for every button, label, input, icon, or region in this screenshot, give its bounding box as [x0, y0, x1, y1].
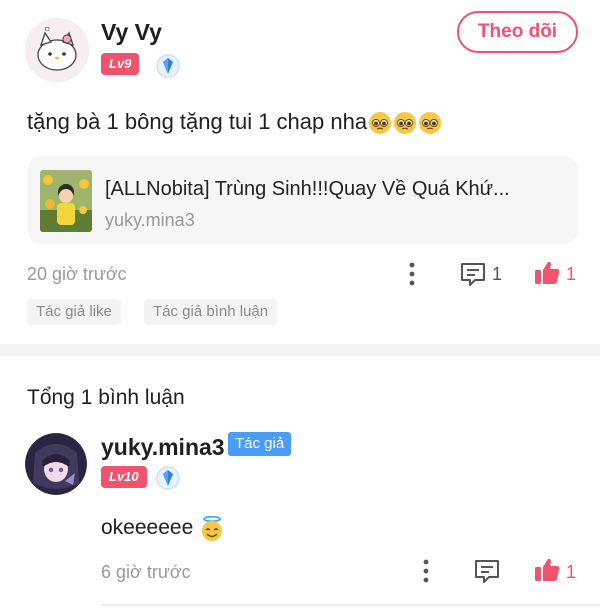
- verified-shield-icon: [156, 54, 180, 78]
- more-vertical-icon[interactable]: [416, 557, 436, 585]
- thumbs-up-icon[interactable]: [533, 259, 561, 287]
- pleading-face-icon: [368, 111, 392, 135]
- svg-text:ㅁ: ㅁ: [44, 25, 50, 33]
- post-time: 20 giờ trước: [27, 264, 127, 284]
- verified-shield-icon: [156, 466, 180, 490]
- comment-icon[interactable]: [473, 558, 501, 584]
- comment-author-name[interactable]: yuky.mina3: [101, 434, 225, 461]
- smiling-face-with-halo-icon: [200, 516, 224, 542]
- hello-kitty-avatar-image: ㅁ: [26, 19, 88, 81]
- comment-author-level-badge: Lv10: [101, 466, 147, 488]
- anime-avatar-image: [25, 433, 87, 495]
- comments-total-title: Tổng 1 bình luận: [27, 386, 185, 409]
- post-text: tặng bà 1 bông tặng tui 1 chap nha: [27, 109, 442, 135]
- story-title: [ALLNobita] Trùng Sinh!!!Quay Về Quá Khứ…: [105, 178, 510, 200]
- post-author-name[interactable]: Vy Vy: [101, 19, 162, 46]
- bottom-divider: [101, 604, 600, 606]
- post-like-count: 1: [566, 264, 577, 284]
- more-vertical-icon[interactable]: [402, 260, 422, 288]
- section-divider: [0, 344, 600, 356]
- comment-text: okeeeeee: [101, 516, 224, 542]
- comment-author-avatar[interactable]: [25, 433, 87, 495]
- comment-like-count: 1: [566, 562, 577, 582]
- post-comment-count: 1: [492, 264, 503, 284]
- pleading-face-icon: [393, 111, 417, 135]
- linked-story-card[interactable]: [ALLNobita] Trùng Sinh!!!Quay Về Quá Khứ…: [27, 156, 578, 244]
- author-badge: Tác giả: [228, 432, 292, 456]
- author-commented-tag: Tác giả bình luận: [144, 299, 278, 325]
- comment-time: 6 giờ trước: [101, 562, 191, 582]
- story-cover-thumbnail: [40, 170, 92, 232]
- comment-icon[interactable]: [459, 261, 487, 287]
- post-author-level-badge: Lv9: [101, 53, 140, 75]
- post-author-avatar[interactable]: ㅁ: [25, 18, 89, 82]
- author-liked-tag: Tác giả like: [27, 299, 121, 325]
- post-text-content: tặng bà 1 bông tặng tui 1 chap nha: [27, 109, 368, 134]
- comment-text-content: okeeeeee: [101, 516, 194, 539]
- follow-button[interactable]: Theo dõi: [457, 11, 578, 53]
- story-author: yuky.mina3: [105, 210, 195, 230]
- pleading-face-icon: [418, 111, 442, 135]
- thumbs-up-icon[interactable]: [533, 556, 561, 584]
